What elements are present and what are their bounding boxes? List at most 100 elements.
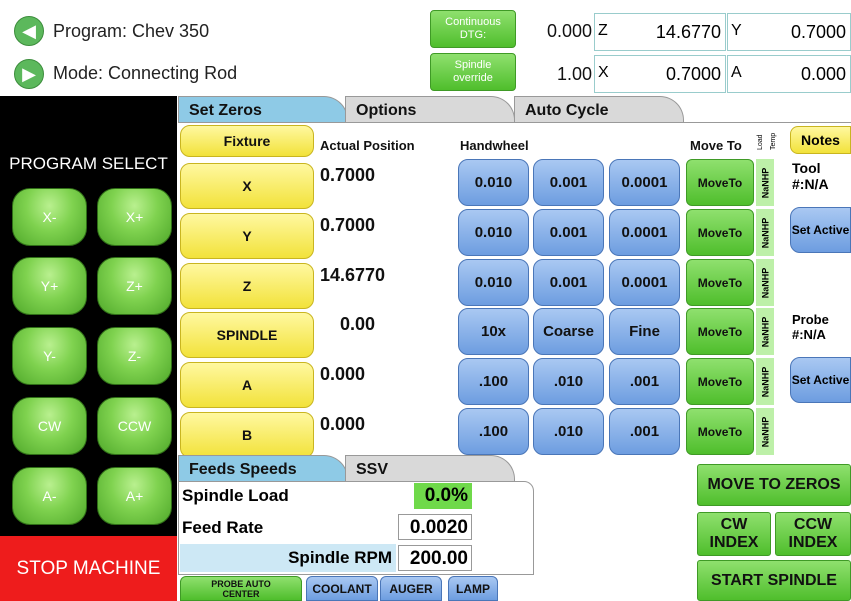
jog-y-plus-button[interactable]: Y+ [12,257,87,315]
spindle-load-label: Spindle Load [182,486,289,505]
handwheel-step-button[interactable]: 0.001 [533,159,604,206]
load-temp-value: NaNHP [760,316,771,347]
move-to-button[interactable]: MoveTo [686,408,754,455]
actual-position-y: 0.7000 [320,215,376,235]
notes-button[interactable]: Notes [790,126,851,154]
handwheel-step-button[interactable]: 0.010 [458,259,529,306]
move-to-zeros-button[interactable]: MOVE TO ZEROS [697,464,851,506]
set-active-probe-button[interactable]: Set Active [790,357,851,403]
continuous-dtg-value: 0.000 [546,21,592,41]
handwheel-step-button[interactable]: .010 [533,358,604,405]
handwheel-step-button[interactable]: .010 [533,408,604,455]
tab-ssv[interactable]: SSV [345,455,515,482]
handwheel-step-button[interactable]: 10x [458,308,529,355]
move-to-button[interactable]: MoveTo [686,259,754,306]
jog-y-minus-button[interactable]: Y- [12,327,87,385]
spindle-override-button[interactable]: Spindle override [430,53,516,91]
back-arrow-icon[interactable]: ◀ [14,16,44,46]
jog-ccw-button[interactable]: CCW [97,397,172,455]
spindle-rpm-label: Spindle RPM [180,544,396,572]
tab-set-zeros[interactable]: Set Zeros [178,96,348,123]
actual-position-z: 14.6770 [320,265,386,285]
cw-index-label: CW INDEX [709,516,759,551]
move-to-button[interactable]: MoveTo [686,209,754,256]
handwheel-step-button[interactable]: .100 [458,358,529,405]
spindle-override-value: 1.00 [556,64,592,84]
jog-x-minus-button[interactable]: X- [12,188,87,246]
load-temp-indicator: NaNHP [756,209,774,256]
jog-x-plus-button[interactable]: X+ [97,188,172,246]
start-spindle-button[interactable]: START SPINDLE [697,560,851,601]
handwheel-step-button[interactable]: 0.010 [458,209,529,256]
load-temp-value: NaNHP [760,416,771,447]
cw-index-button[interactable]: CW INDEX [697,512,771,556]
tab-feeds-speeds[interactable]: Feeds Speeds [178,455,348,482]
handwheel-step-button[interactable]: .001 [609,408,680,455]
mode-label: Mode: Connecting Rod [53,63,238,83]
lamp-button[interactable]: LAMP [448,576,498,601]
handwheel-step-button[interactable]: 0.001 [533,259,604,306]
jog-z-plus-button[interactable]: Z+ [97,257,172,315]
set-active-tool-button[interactable]: Set Active [790,207,851,253]
move-to-button[interactable]: MoveTo [686,159,754,206]
probe-label: Probe [792,312,829,327]
handwheel-step-button[interactable]: 0.0001 [609,259,680,306]
axis-zero-button-y[interactable]: Y [180,213,314,259]
handwheel-step-button[interactable]: 0.010 [458,159,529,206]
spindle-rpm-value: 200.00 [398,545,472,571]
continuous-dtg-button[interactable]: Continuous DTG: [430,10,516,48]
handwheel-step-button[interactable]: Fine [609,308,680,355]
coolant-button[interactable]: COOLANT [306,576,378,601]
dro-x: X 0.7000 [594,55,726,93]
jog-a-plus-button[interactable]: A+ [97,467,172,525]
load-temp-value: NaNHP [760,366,771,397]
dro-y: Y 0.7000 [727,13,851,51]
probe-auto-center-button[interactable]: PROBE AUTO CENTER [180,576,302,601]
jog-z-minus-button[interactable]: Z- [97,327,172,385]
feed-rate-label: Feed Rate [182,518,264,537]
dro-axis-label: A [731,64,742,81]
forward-arrow-icon[interactable]: ▶ [14,59,44,89]
tab-auto-cycle[interactable]: Auto Cycle [514,96,684,123]
actual-position-a: 0.000 [320,364,366,384]
handwheel-step-button[interactable]: 0.0001 [609,159,680,206]
handwheel-step-button[interactable]: 0.001 [533,209,604,256]
ccw-index-label: CCW INDEX [788,516,838,551]
load-temp-value: NaNHP [760,217,771,248]
axis-zero-button-b[interactable]: B [180,412,314,458]
dro-value: 0.7000 [790,22,846,42]
axis-zero-button-a[interactable]: A [180,362,314,408]
program-label: Program: Chev 350 [53,21,210,41]
load-temp-indicator: NaNHP [756,408,774,455]
axis-zero-button-z[interactable]: Z [180,263,314,309]
spindle-override-label: Spindle override [453,59,493,84]
handwheel-step-button[interactable]: .001 [609,358,680,405]
handwheel-step-button[interactable]: 0.0001 [609,209,680,256]
auger-button[interactable]: AUGER [380,576,442,601]
axis-zero-button-spindle[interactable]: SPINDLE [180,312,314,358]
actual-position-spindle: 0.00 [340,314,376,334]
dro-axis-label: X [598,64,609,81]
move-to-button[interactable]: MoveTo [686,358,754,405]
spindle-load-value: 0.0% [414,483,472,509]
program-select-label[interactable]: PROGRAM SELECT [0,154,177,174]
jog-a-minus-button[interactable]: A- [12,467,87,525]
tab-options[interactable]: Options [345,96,515,123]
continuous-dtg-label: Continuous DTG: [445,16,501,41]
probe-value: #:N/A [792,327,826,342]
dro-value: 0.7000 [665,64,721,84]
actual-position-header: Actual Position [320,138,415,153]
move-to-button[interactable]: MoveTo [686,308,754,355]
dro-value: 0.000 [800,64,846,84]
handwheel-step-button[interactable]: Coarse [533,308,604,355]
load-temp-indicator: NaNHP [756,358,774,405]
ccw-index-button[interactable]: CCW INDEX [775,512,851,556]
actual-position-b: 0.000 [320,414,366,434]
jog-cw-button[interactable]: CW [12,397,87,455]
stop-machine-button[interactable]: STOP MACHINE [0,536,177,601]
fixture-button[interactable]: Fixture [180,125,314,157]
axis-zero-button-x[interactable]: X [180,163,314,209]
handwheel-step-button[interactable]: .100 [458,408,529,455]
tab-divider [178,122,851,123]
move-to-header: Move To [690,138,742,153]
